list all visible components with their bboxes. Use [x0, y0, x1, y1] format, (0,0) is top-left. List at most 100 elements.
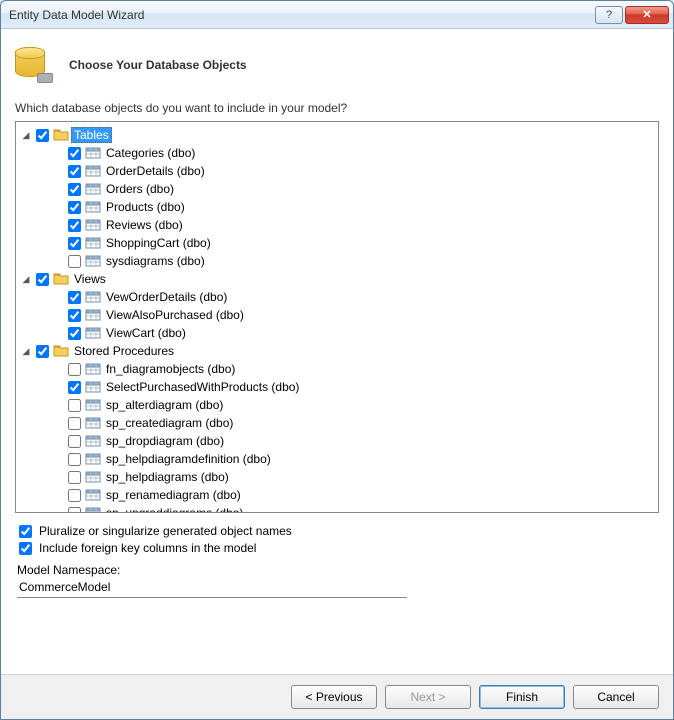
table-icon: [85, 182, 101, 196]
wizard-window: Entity Data Model Wizard ? ✕ Choose Your…: [0, 0, 674, 720]
item-label[interactable]: Orders (dbo): [103, 182, 177, 196]
previous-button[interactable]: < Previous: [291, 685, 377, 709]
tree-group-tables[interactable]: ◢ Tables: [18, 126, 656, 144]
tree-item[interactable]: Orders (dbo): [18, 180, 656, 198]
pluralize-label[interactable]: Pluralize or singularize generated objec…: [39, 524, 292, 538]
tree-item[interactable]: sp_helpdiagrams (dbo): [18, 468, 656, 486]
folder-icon: [53, 272, 69, 286]
tree-item[interactable]: sp_alterdiagram (dbo): [18, 396, 656, 414]
item-label[interactable]: Categories (dbo): [103, 146, 198, 160]
tree-item[interactable]: Products (dbo): [18, 198, 656, 216]
tree-item[interactable]: Categories (dbo): [18, 144, 656, 162]
tree-group-sprocs[interactable]: ◢ Stored Procedures: [18, 342, 656, 360]
item-checkbox[interactable]: [68, 183, 81, 196]
tree-item[interactable]: sp_renamediagram (dbo): [18, 486, 656, 504]
item-checkbox[interactable]: [68, 165, 81, 178]
table-icon: [85, 308, 101, 322]
table-icon: [85, 380, 101, 394]
expand-toggle-icon[interactable]: ◢: [20, 129, 32, 141]
objects-tree[interactable]: ◢ Tables Categories (dbo) OrderDetails (dbo…: [15, 121, 659, 513]
options-area: Pluralize or singularize generated objec…: [15, 513, 659, 602]
tree-item[interactable]: sp_dropdiagram (dbo): [18, 432, 656, 450]
group-checkbox[interactable]: [36, 345, 49, 358]
group-label[interactable]: Views: [71, 272, 109, 286]
tree-item[interactable]: Reviews (dbo): [18, 216, 656, 234]
tree-item[interactable]: ViewCart (dbo): [18, 324, 656, 342]
namespace-input[interactable]: [17, 577, 407, 598]
pluralize-option: Pluralize or singularize generated objec…: [17, 524, 657, 538]
table-icon: [85, 326, 101, 340]
item-label[interactable]: sp_helpdiagramdefinition (dbo): [103, 452, 274, 466]
item-label[interactable]: ShoppingCart (dbo): [103, 236, 214, 250]
item-label[interactable]: sp_creatediagram (dbo): [103, 416, 236, 430]
close-button[interactable]: ✕: [625, 6, 669, 24]
item-label[interactable]: sp_dropdiagram (dbo): [103, 434, 227, 448]
tree-item[interactable]: fn_diagramobjects (dbo): [18, 360, 656, 378]
tree-item[interactable]: sp_creatediagram (dbo): [18, 414, 656, 432]
expand-toggle-icon[interactable]: ◢: [20, 273, 32, 285]
fk-option: Include foreign key columns in the model: [17, 541, 657, 555]
tree-item[interactable]: VewOrderDetails (dbo): [18, 288, 656, 306]
tree-item[interactable]: sp_helpdiagramdefinition (dbo): [18, 450, 656, 468]
page-title: Choose Your Database Objects: [69, 58, 247, 72]
item-label[interactable]: sysdiagrams (dbo): [103, 254, 208, 268]
header-row: Choose Your Database Objects: [15, 41, 659, 97]
tree-item[interactable]: SelectPurchasedWithProducts (dbo): [18, 378, 656, 396]
tree-item[interactable]: ShoppingCart (dbo): [18, 234, 656, 252]
item-checkbox[interactable]: [68, 219, 81, 232]
table-icon: [85, 290, 101, 304]
namespace-label: Model Namespace:: [17, 563, 657, 577]
fk-checkbox[interactable]: [19, 542, 32, 555]
folder-icon: [53, 128, 69, 142]
title-buttons: ? ✕: [595, 6, 669, 24]
group-checkbox[interactable]: [36, 129, 49, 142]
finish-button[interactable]: Finish: [479, 685, 565, 709]
item-checkbox[interactable]: [68, 237, 81, 250]
item-checkbox[interactable]: [68, 381, 81, 394]
group-label[interactable]: Stored Procedures: [71, 344, 177, 358]
pluralize-checkbox[interactable]: [19, 525, 32, 538]
fk-label[interactable]: Include foreign key columns in the model: [39, 541, 256, 555]
item-label[interactable]: Reviews (dbo): [103, 218, 186, 232]
item-checkbox[interactable]: [68, 327, 81, 340]
item-checkbox[interactable]: [68, 255, 81, 268]
item-checkbox[interactable]: [68, 471, 81, 484]
item-checkbox[interactable]: [68, 291, 81, 304]
group-checkbox[interactable]: [36, 273, 49, 286]
table-icon: [85, 146, 101, 160]
table-icon: [85, 470, 101, 484]
item-checkbox[interactable]: [68, 363, 81, 376]
tree-group-views[interactable]: ◢ Views: [18, 270, 656, 288]
item-label[interactable]: sp_alterdiagram (dbo): [103, 398, 226, 412]
help-button[interactable]: ?: [595, 6, 623, 24]
item-checkbox[interactable]: [68, 147, 81, 160]
item-checkbox[interactable]: [68, 453, 81, 466]
item-checkbox[interactable]: [68, 489, 81, 502]
item-checkbox[interactable]: [68, 201, 81, 214]
item-checkbox[interactable]: [68, 309, 81, 322]
expand-toggle-icon[interactable]: ◢: [20, 345, 32, 357]
tree-item[interactable]: ViewAlsoPurchased (dbo): [18, 306, 656, 324]
item-checkbox[interactable]: [68, 417, 81, 430]
cancel-button[interactable]: Cancel: [573, 685, 659, 709]
item-checkbox[interactable]: [68, 399, 81, 412]
group-label[interactable]: Tables: [71, 127, 112, 143]
item-label[interactable]: ViewAlsoPurchased (dbo): [103, 308, 247, 322]
item-label[interactable]: sp_renamediagram (dbo): [103, 488, 244, 502]
item-label[interactable]: SelectPurchasedWithProducts (dbo): [103, 380, 302, 394]
item-label[interactable]: Products (dbo): [103, 200, 188, 214]
tree-item[interactable]: sp_upgraddiagrams (dbo): [18, 504, 656, 513]
item-label[interactable]: sp_helpdiagrams (dbo): [103, 470, 232, 484]
item-label[interactable]: OrderDetails (dbo): [103, 164, 208, 178]
item-label[interactable]: fn_diagramobjects (dbo): [103, 362, 238, 376]
table-icon: [85, 200, 101, 214]
tree-item[interactable]: OrderDetails (dbo): [18, 162, 656, 180]
table-icon: [85, 488, 101, 502]
item-checkbox[interactable]: [68, 435, 81, 448]
item-label[interactable]: sp_upgraddiagrams (dbo): [103, 506, 246, 513]
title-bar: Entity Data Model Wizard ? ✕: [1, 1, 673, 29]
item-label[interactable]: VewOrderDetails (dbo): [103, 290, 230, 304]
item-label[interactable]: ViewCart (dbo): [103, 326, 189, 340]
tree-item[interactable]: sysdiagrams (dbo): [18, 252, 656, 270]
next-button[interactable]: Next >: [385, 685, 471, 709]
